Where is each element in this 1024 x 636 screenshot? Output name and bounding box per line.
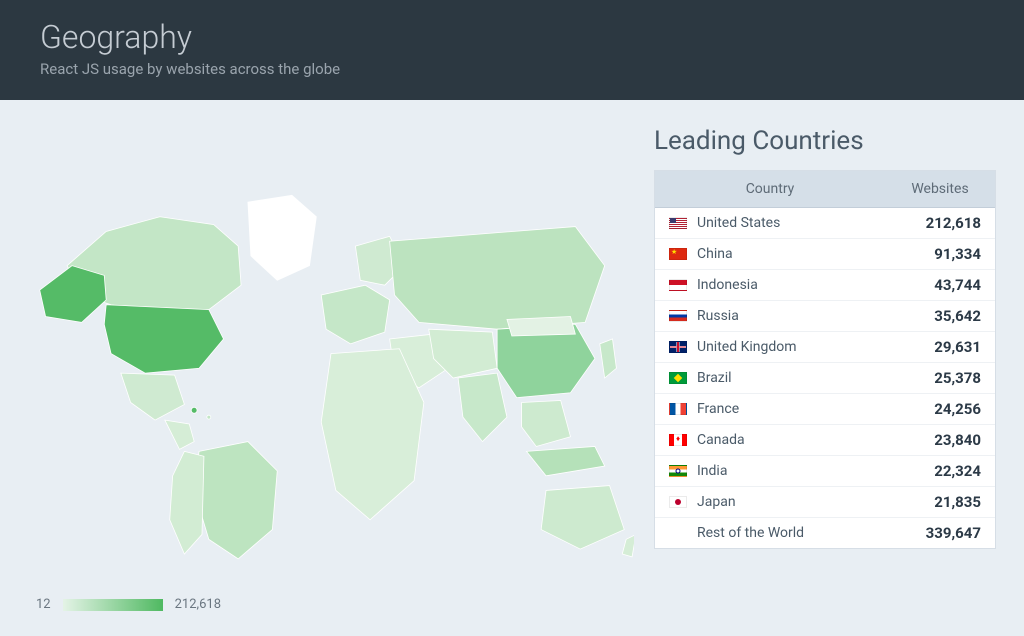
country-name: United States <box>697 215 881 231</box>
page-title: Geography <box>40 18 984 56</box>
websites-value: 21,835 <box>881 493 981 511</box>
flag-icon <box>669 248 687 260</box>
world-map-svg <box>28 120 634 597</box>
table-row: United States212,618 <box>655 208 995 239</box>
websites-value: 25,378 <box>881 369 981 387</box>
table-body: United States212,618China91,334Indonesia… <box>655 208 995 548</box>
websites-value: 29,631 <box>881 338 981 356</box>
map-region-central-america[interactable] <box>165 420 194 449</box>
country-name: United Kingdom <box>697 339 881 355</box>
legend-gradient <box>63 599 163 611</box>
websites-value: 35,642 <box>881 307 981 325</box>
websites-value: 24,256 <box>881 400 981 418</box>
map-country-newzealand[interactable] <box>622 534 634 556</box>
map-region-south-america-west[interactable] <box>170 451 204 554</box>
table-row: Japan21,835 <box>655 487 995 518</box>
country-table: Country Websites United States212,618Chi… <box>654 170 996 549</box>
map-island[interactable] <box>191 407 197 413</box>
flag-icon <box>669 279 687 291</box>
flag-icon <box>669 372 687 384</box>
country-name: Russia <box>697 308 881 324</box>
map-panel: 12 212,618 <box>28 120 634 616</box>
content-area: 12 212,618 Leading Countries Country Web… <box>0 100 1024 636</box>
table-title: Leading Countries <box>654 126 996 156</box>
map-country-indonesia[interactable] <box>526 446 604 475</box>
map-region-europe-west[interactable] <box>321 285 389 344</box>
map-country-greenland[interactable] <box>248 195 316 280</box>
map-country-alaska[interactable] <box>40 266 106 323</box>
flag-icon <box>669 310 687 322</box>
websites-value: 339,647 <box>881 524 981 542</box>
websites-value: 23,840 <box>881 431 981 449</box>
page-header: Geography React JS usage by websites acr… <box>0 0 1024 100</box>
map-country-russia[interactable] <box>390 227 605 330</box>
country-name: China <box>697 246 881 262</box>
table-row: Canada23,840 <box>655 425 995 456</box>
table-row: Brazil25,378 <box>655 363 995 394</box>
table-row: France24,256 <box>655 394 995 425</box>
map-region-africa[interactable] <box>321 349 424 520</box>
country-name: Canada <box>697 432 881 448</box>
websites-value: 22,324 <box>881 462 981 480</box>
table-header-row: Country Websites <box>655 171 995 208</box>
country-name: France <box>697 401 881 417</box>
column-header-country: Country <box>655 171 885 207</box>
table-row: China91,334 <box>655 239 995 270</box>
table-panel: Leading Countries Country Websites Unite… <box>654 120 996 616</box>
flag-icon <box>669 341 687 353</box>
country-name: Brazil <box>697 370 881 386</box>
page-subtitle: React JS usage by websites across the gl… <box>40 60 984 78</box>
map-country-mexico[interactable] <box>121 373 185 420</box>
map-country-australia[interactable] <box>541 486 624 550</box>
flag-icon <box>669 465 687 477</box>
table-row: Indonesia43,744 <box>655 270 995 301</box>
map-country-mongolia[interactable] <box>507 316 575 336</box>
table-row: Russia35,642 <box>655 301 995 332</box>
websites-value: 212,618 <box>881 214 981 232</box>
websites-value: 91,334 <box>881 245 981 263</box>
country-name: Japan <box>697 494 881 510</box>
websites-value: 43,744 <box>881 276 981 294</box>
flag-icon <box>669 434 687 446</box>
legend-max: 212,618 <box>175 597 221 612</box>
flag-icon <box>669 496 687 508</box>
legend-min: 12 <box>36 597 51 612</box>
column-header-websites: Websites <box>885 171 995 207</box>
table-row: United Kingdom29,631 <box>655 332 995 363</box>
country-name: Indonesia <box>697 277 881 293</box>
map-country-brazil[interactable] <box>194 442 277 559</box>
map-country-usa[interactable] <box>104 305 223 373</box>
world-map[interactable] <box>28 120 634 597</box>
map-country-india[interactable] <box>458 373 507 441</box>
table-row: India22,324 <box>655 456 995 487</box>
country-name: India <box>697 463 881 479</box>
country-name: Rest of the World <box>697 525 881 541</box>
map-legend: 12 212,618 <box>28 597 634 616</box>
map-country-japan[interactable] <box>600 339 617 378</box>
flag-icon <box>669 217 687 229</box>
map-island[interactable] <box>207 415 211 419</box>
map-region-se-asia[interactable] <box>522 401 571 447</box>
flag-icon <box>669 403 687 415</box>
table-row: Rest of the World339,647 <box>655 518 995 548</box>
